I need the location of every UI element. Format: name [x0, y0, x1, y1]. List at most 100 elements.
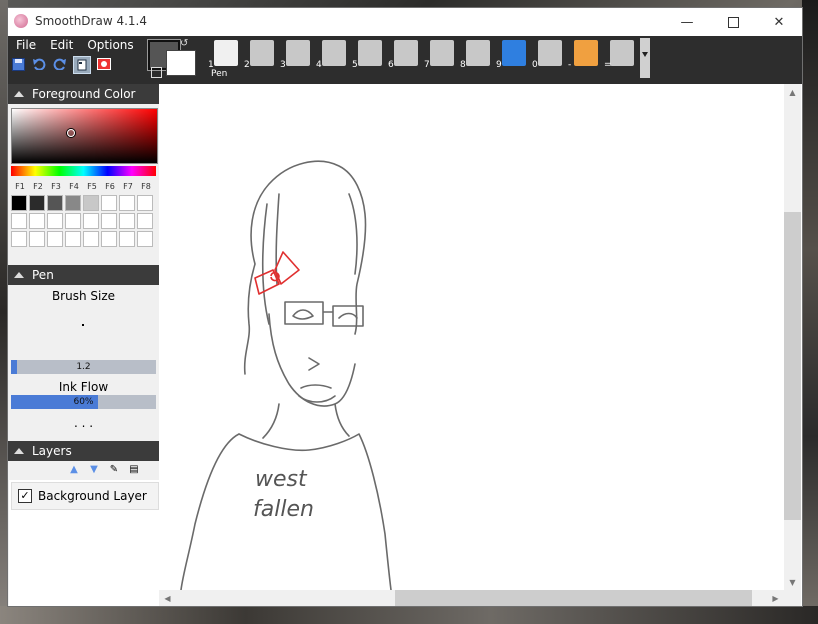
drawing-canvas[interactable]: west fallen	[159, 84, 784, 590]
undo-button[interactable]	[31, 56, 47, 72]
layer-list: ✓ Background Layer	[9, 480, 159, 606]
pen-icon	[214, 40, 238, 66]
layer-visibility-checkbox[interactable]: ✓	[18, 489, 32, 503]
tool-water-drop[interactable]: 0	[532, 38, 566, 70]
palette-swatch[interactable]	[11, 213, 27, 229]
palette-swatch[interactable]	[101, 195, 117, 211]
ink-flow-label: Ink Flow	[58, 380, 109, 394]
swap-colors-icon[interactable]: ↺	[180, 38, 192, 50]
palette-swatch[interactable]	[101, 213, 117, 229]
palette-swatch[interactable]	[119, 195, 135, 211]
move-layer-down-icon[interactable]: ▼	[88, 464, 100, 476]
layers-toggle-button[interactable]	[73, 56, 91, 74]
side-panel: Foreground Color F1 F2 F3 F4 F5 F6 F7 F8…	[8, 84, 159, 606]
save-icon	[11, 57, 25, 71]
palette-swatch[interactable]	[29, 231, 45, 247]
palette-swatch[interactable]	[11, 231, 27, 247]
menu-bar: File Edit Options	[8, 36, 160, 54]
vertical-scroll-thumb[interactable]	[784, 212, 801, 520]
layer-row[interactable]: ✓ Background Layer	[11, 482, 159, 510]
oil-brush-icon	[430, 40, 454, 66]
palette-swatch[interactable]	[65, 213, 81, 229]
foreground-color-header[interactable]: Foreground Color	[8, 84, 159, 104]
right-eye	[338, 312, 358, 319]
highlighter-icon	[286, 40, 310, 66]
background-color-swatch[interactable]	[166, 50, 196, 76]
title-bar[interactable]: SmoothDraw 4.1.4 — ✕	[8, 8, 802, 36]
brush-size-slider[interactable]: 1.2	[11, 360, 156, 374]
scroll-left-icon[interactable]: ◀	[159, 590, 176, 606]
palette-swatch[interactable]	[47, 231, 63, 247]
palette-swatch[interactable]	[29, 213, 45, 229]
redo-icon	[53, 58, 66, 70]
layer-properties-icon[interactable]: ✎	[108, 464, 120, 476]
pen-panel-header[interactable]: Pen	[8, 265, 159, 285]
pencil-icon	[250, 40, 274, 66]
save-button[interactable]	[10, 56, 26, 72]
palette-swatch[interactable]	[101, 231, 117, 247]
palette-swatch[interactable]	[11, 195, 27, 211]
palette-swatch[interactable]	[119, 231, 135, 247]
more-settings-button[interactable]: . . .	[8, 416, 159, 430]
desktop-bottom-edge	[0, 606, 818, 624]
layers-panel-icon	[77, 59, 87, 71]
horizontal-scrollbar[interactable]: ◀ ▶	[159, 590, 784, 606]
undo-icon	[33, 58, 46, 70]
brush-size-label: Brush Size	[51, 289, 116, 303]
menu-edit[interactable]: Edit	[42, 36, 79, 54]
layer-clipboard-icon[interactable]: ▤	[128, 464, 140, 476]
close-button[interactable]: ✕	[756, 8, 802, 36]
color-picker-cursor	[67, 129, 75, 137]
palette-swatch[interactable]	[137, 195, 153, 211]
layers-panel-header[interactable]: Layers	[8, 441, 159, 461]
tool-flat-brush[interactable]: 8	[460, 38, 494, 70]
layer-name: Background Layer	[38, 489, 147, 503]
tool-finger-smudge[interactable]: -	[568, 38, 602, 70]
color-picker-area[interactable]	[11, 108, 158, 164]
palette-swatch[interactable]	[65, 195, 81, 211]
palette-swatch[interactable]	[83, 213, 99, 229]
collapse-icon	[14, 91, 24, 97]
record-button[interactable]	[96, 56, 112, 72]
ink-flow-slider[interactable]: 60%	[11, 395, 156, 409]
tool-airbrush[interactable]: 5	[352, 38, 386, 70]
tool-star-brush[interactable]: 9	[496, 38, 530, 70]
layer-toolbar: ▲ ▼ ✎ ▤	[68, 464, 140, 476]
palette-swatch[interactable]	[83, 231, 99, 247]
scroll-down-icon[interactable]: ▼	[784, 574, 801, 590]
horizontal-scroll-thumb[interactable]	[395, 590, 752, 606]
tool-oil-brush[interactable]: 7	[424, 38, 458, 70]
tool-pen[interactable]: 1	[208, 38, 242, 70]
tool-highlighter[interactable]: 3	[280, 38, 314, 70]
palette-swatch[interactable]	[29, 195, 45, 211]
palette-swatch[interactable]	[137, 231, 153, 247]
tool-eraser[interactable]: =	[604, 38, 638, 70]
palette-swatch[interactable]	[47, 195, 63, 211]
tool-pencil[interactable]: 2	[244, 38, 278, 70]
scroll-right-icon[interactable]: ▶	[767, 590, 784, 606]
menu-file[interactable]: File	[8, 36, 42, 54]
tool-spray[interactable]: 6	[388, 38, 422, 70]
water-drop-icon	[538, 40, 562, 66]
redo-button[interactable]	[52, 56, 68, 72]
palette-swatch[interactable]	[137, 213, 153, 229]
hue-slider[interactable]	[11, 166, 156, 176]
palette-swatch[interactable]	[83, 195, 99, 211]
minimize-button[interactable]: —	[664, 8, 710, 36]
menu-options[interactable]: Options	[79, 36, 139, 54]
airbrush-icon	[358, 40, 382, 66]
palette-swatch[interactable]	[119, 213, 135, 229]
tool-brush[interactable]: 4	[316, 38, 350, 70]
move-layer-up-icon[interactable]: ▲	[68, 464, 80, 476]
window-title: SmoothDraw 4.1.4	[35, 14, 147, 28]
reset-colors-icon[interactable]	[151, 67, 162, 78]
palette-swatch[interactable]	[47, 213, 63, 229]
star-brush-icon	[502, 40, 526, 66]
palette-swatch[interactable]	[65, 231, 81, 247]
maximize-button[interactable]	[710, 8, 756, 36]
more-tools-button[interactable]	[640, 38, 650, 78]
shirt-text-line2: fallen	[253, 497, 314, 522]
vertical-scrollbar[interactable]: ▲ ▼	[784, 84, 801, 590]
app-icon	[14, 14, 28, 28]
scroll-up-icon[interactable]: ▲	[784, 84, 801, 100]
